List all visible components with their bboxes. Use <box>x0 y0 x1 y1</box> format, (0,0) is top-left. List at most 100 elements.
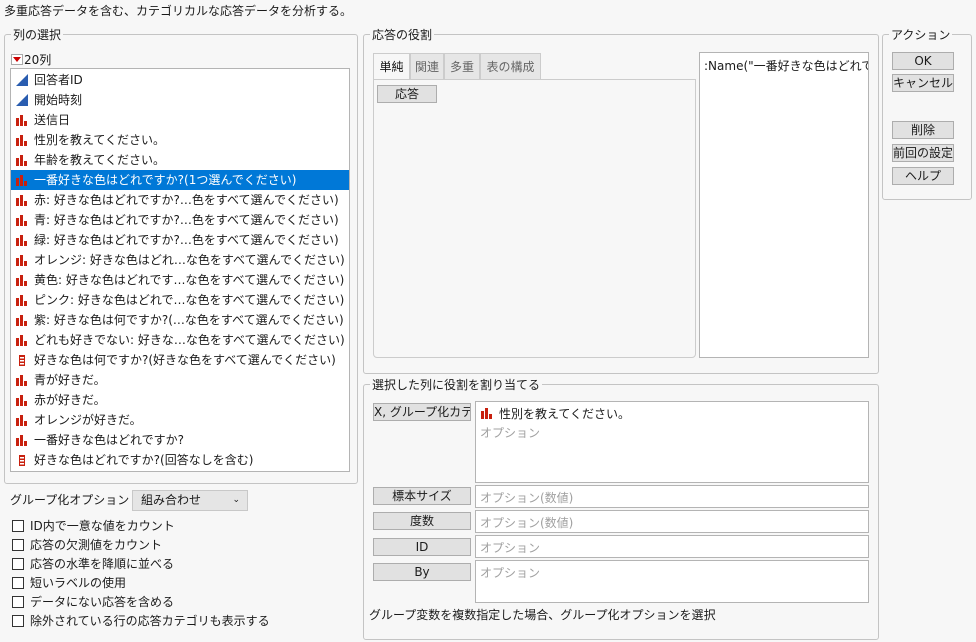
column-label: ピンク: 好きな色はどれで…な色をすべて選んでください) <box>34 293 345 307</box>
option-checkbox[interactable]: 応答の欠測値をカウント <box>12 536 162 553</box>
column-list-item[interactable]: 回答者ID <box>11 70 349 90</box>
x-grouping-value: 性別を教えてください。 <box>499 406 631 421</box>
grouping-note: グループ変数を複数指定した場合、グループ化オプションを選択 <box>369 608 716 622</box>
nominal-icon <box>16 175 27 186</box>
cancel-button[interactable]: キャンセル <box>892 74 954 92</box>
column-label: 年齢を教えてください。 <box>34 153 166 167</box>
response-value[interactable]: :Name("一番好きな色はどれですか?(1つ選んでください)") <box>704 59 868 73</box>
column-label: 開始時刻 <box>34 93 83 107</box>
x-grouping-item[interactable]: 性別を教えてください。 <box>480 404 864 422</box>
x-grouping-role-button[interactable]: X, グループ化カテゴリ <box>373 403 471 421</box>
checkbox-label: 短いラベルの使用 <box>30 576 127 590</box>
x-grouping-role-box[interactable]: 性別を教えてください。 オプション <box>475 401 869 483</box>
checkbox-box[interactable] <box>12 595 24 608</box>
column-list-item[interactable]: 好きな色はどれですか?(回答なしを含む) <box>11 450 349 470</box>
column-list-item[interactable]: 一番好きな色はどれですか? <box>11 430 349 450</box>
tab-multiple[interactable]: 多重 <box>444 53 480 79</box>
id-role-box[interactable]: オプション <box>475 535 869 558</box>
x-grouping-placeholder: オプション <box>480 426 541 440</box>
frequency-role-box[interactable]: オプション(数値) <box>475 510 869 533</box>
by-role-button[interactable]: By <box>373 563 471 581</box>
by-role-box[interactable]: オプション <box>475 560 869 603</box>
column-list-item[interactable]: 性別を教えてください。 <box>11 130 349 150</box>
column-list-item[interactable]: 赤: 好きな色はどれですか?…色をすべて選んでください) <box>11 190 349 210</box>
option-checkbox[interactable]: 短いラベルの使用 <box>12 574 126 591</box>
column-list-item[interactable]: オレンジ: 好きな色はどれ…な色をすべて選んでください) <box>11 250 349 270</box>
column-select-group: 列の選択 20列 回答者ID 開始時刻送信日性別を教えてください。 年齢を教えてくだ… <box>4 26 358 484</box>
nominal-icon <box>16 315 27 326</box>
sample-size-role-box[interactable]: オプション(数値) <box>475 485 869 508</box>
checkbox-box[interactable] <box>12 519 24 532</box>
column-list-item[interactable]: 青が好きだ。 <box>11 370 349 390</box>
grouping-option-select[interactable]: 組み合わせ ⌄ <box>132 490 248 511</box>
column-count-menu[interactable]: 20列 <box>11 51 51 68</box>
column-label: 性別を教えてください。 <box>34 133 166 147</box>
ok-button[interactable]: OK <box>892 52 954 70</box>
tab-table-structure[interactable]: 表の構成 <box>480 53 541 79</box>
column-list-item[interactable]: 好きな色は何ですか?(好きな色をすべて選んでください) <box>11 350 349 370</box>
help-button[interactable]: ヘルプ <box>892 167 954 185</box>
actions-title: アクション <box>889 26 953 43</box>
nominal-icon <box>16 235 27 246</box>
nominal-icon <box>16 275 27 286</box>
recall-button[interactable]: 前回の設定 <box>892 144 954 162</box>
response-button[interactable]: 応答 <box>377 85 437 103</box>
column-list-item[interactable]: ピンク: 好きな色はどれで…な色をすべて選んでください) <box>11 290 349 310</box>
tab-related[interactable]: 関連 <box>410 53 444 79</box>
option-checkbox[interactable]: 除外されている行の応答カテゴリも表示する <box>12 612 270 629</box>
option-checkbox[interactable]: 応答の水準を降順に並べる <box>12 555 174 572</box>
column-label: 好きな色は何ですか?(好きな色をすべて選んでください) <box>34 353 336 367</box>
nominal-icon <box>16 195 27 206</box>
checkbox-box[interactable] <box>12 538 24 551</box>
checkbox-label: ID内で一意な値をカウント <box>30 519 175 533</box>
column-list-item[interactable]: 赤が好きだ。 <box>11 390 349 410</box>
column-list-item[interactable]: 緑: 好きな色はどれですか?…色をすべて選んでください) <box>11 230 349 250</box>
column-list-item[interactable]: 青: 好きな色はどれですか?…色をすべて選んでください) <box>11 210 349 230</box>
nominal-icon <box>16 375 27 386</box>
tab-simple[interactable]: 単純 <box>373 53 410 80</box>
continuous-icon <box>16 74 28 86</box>
column-list-item[interactable]: 一番好きな色はどれですか?(1つ選んでください) <box>11 170 349 190</box>
multiple-response-icon <box>19 355 25 366</box>
column-list-item[interactable]: 紫: 好きな色は何ですか?(…な色をすべて選んでください) <box>11 310 349 330</box>
nominal-icon <box>16 415 27 426</box>
multiple-response-icon <box>19 455 25 466</box>
checkbox-box[interactable] <box>12 557 24 570</box>
column-list-item[interactable]: 開始時刻 <box>11 90 349 110</box>
option-checkbox[interactable]: ID内で一意な値をカウント <box>12 517 175 534</box>
column-list-item[interactable]: 黄色: 好きな色はどれです…な色をすべて選んでください) <box>11 270 349 290</box>
tab-panel <box>373 79 696 358</box>
column-list[interactable]: 回答者ID 開始時刻送信日性別を教えてください。 年齢を教えてください。一番好きな色… <box>10 68 350 472</box>
continuous-icon <box>16 94 28 106</box>
option-checkbox[interactable]: データにない応答を含める <box>12 593 174 610</box>
checkbox-box[interactable] <box>12 614 24 627</box>
grouping-option-label: グループ化オプション <box>10 493 130 507</box>
column-label: 送信日 <box>34 113 71 127</box>
checkbox-box[interactable] <box>12 576 24 589</box>
assign-roles-title: 選択した列に役割を割り当てる <box>370 376 543 393</box>
response-list[interactable]: :Name("一番好きな色はどれですか?(1つ選んでください)") <box>699 52 869 358</box>
frequency-role-button[interactable]: 度数 <box>373 512 471 530</box>
column-list-item[interactable]: 送信日 <box>11 110 349 130</box>
id-role-button[interactable]: ID <box>373 538 471 556</box>
checkbox-label: データにない応答を含める <box>30 595 175 609</box>
column-label: 青が好きだ。 <box>34 373 106 387</box>
nominal-icon <box>16 155 27 166</box>
column-list-item[interactable]: オレンジが好きだ。 <box>11 410 349 430</box>
nominal-icon <box>16 395 27 406</box>
sample-size-role-button[interactable]: 標本サイズ <box>373 487 471 505</box>
column-select-title: 列の選択 <box>11 26 64 43</box>
nominal-icon <box>16 435 27 446</box>
column-count: 20列 <box>24 53 52 67</box>
column-label: 赤が好きだ。 <box>34 393 106 407</box>
column-label: オレンジ: 好きな色はどれ…な色をすべて選んでください) <box>34 253 345 267</box>
column-list-item[interactable]: 年齢を教えてください。 <box>11 150 349 170</box>
red-triangle-menu-icon[interactable] <box>11 54 23 65</box>
remove-button[interactable]: 削除 <box>892 121 954 139</box>
checkbox-label: 応答の水準を降順に並べる <box>30 557 175 571</box>
column-label: オレンジが好きだ。 <box>34 413 142 427</box>
dialog-description: 多重応答データを含む、カテゴリカルな応答データを分析する。 <box>4 4 353 18</box>
nominal-icon <box>16 295 27 306</box>
column-list-item[interactable]: どれも好きでない: 好きな…な色をすべて選んでください) <box>11 330 349 350</box>
column-label: どれも好きでない: 好きな…な色をすべて選んでください) <box>34 333 345 347</box>
